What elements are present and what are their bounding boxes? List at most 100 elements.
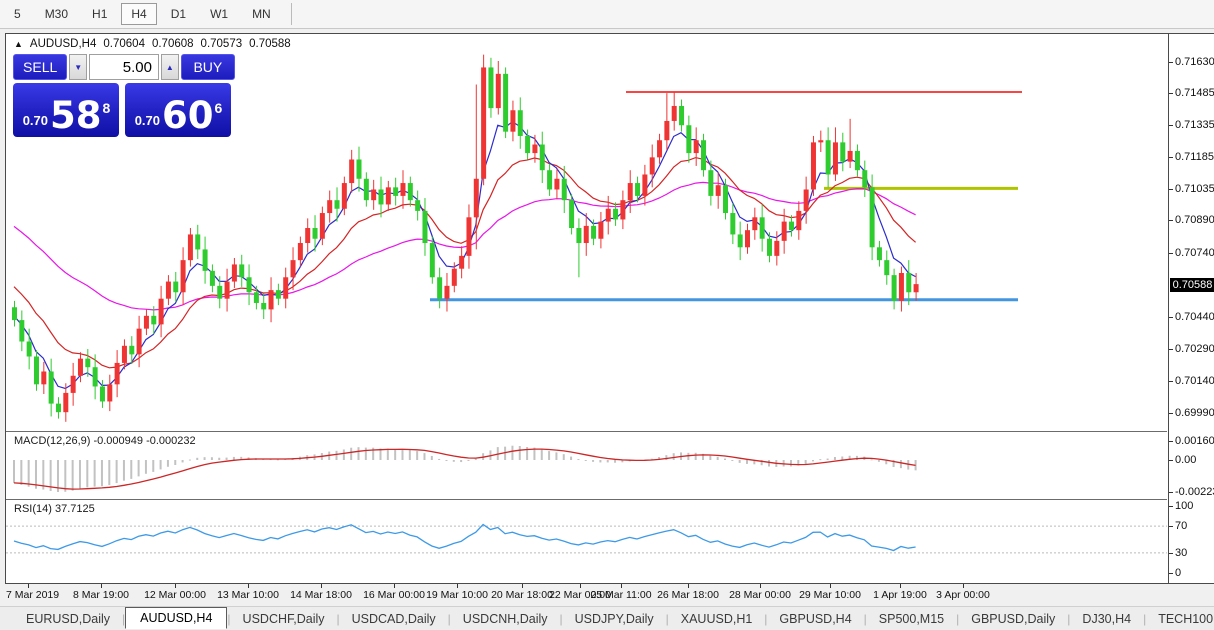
tab-gbpusd-daily[interactable]: GBPUSD,Daily xyxy=(959,609,1067,629)
volume-decrease-button[interactable]: ▼ xyxy=(69,54,87,80)
time-axis-label: 20 Mar 18:00 xyxy=(491,589,553,601)
chart-plot-area: ▲ AUDUSD,H4 0.70604 0.70608 0.70573 0.70… xyxy=(6,34,1167,583)
ma-mid-red-line xyxy=(14,158,916,368)
sell-button[interactable]: SELL xyxy=(13,54,67,80)
time-axis-tick xyxy=(580,584,581,588)
rsi-label: RSI(14) 37.7125 xyxy=(14,503,95,515)
tab-usdcad-daily[interactable]: USDCAD,Daily xyxy=(340,609,448,629)
sell-price-big-digits: 58 xyxy=(50,99,102,132)
sell-price-prefix: 0.70 xyxy=(23,113,48,128)
price-axis-label: 0.71630 xyxy=(1175,56,1214,68)
chart-ohlc-title: ▲ AUDUSD,H4 0.70604 0.70608 0.70573 0.70… xyxy=(14,38,291,50)
time-axis-tick xyxy=(621,584,622,588)
time-axis-tick xyxy=(175,584,176,588)
ohlc-open: 0.70604 xyxy=(103,38,145,50)
current-price-label: 0.70588 xyxy=(1170,278,1214,292)
ma-fast-blue-line xyxy=(14,122,916,389)
price-axis-label: 0.70890 xyxy=(1175,214,1214,226)
time-axis[interactable]: 7 Mar 20198 Mar 19:0012 Mar 00:0013 Mar … xyxy=(5,585,1209,602)
time-axis-label: 12 Mar 00:00 xyxy=(144,589,206,601)
time-axis-label: 26 Mar 18:00 xyxy=(657,589,719,601)
price-axis-label: 0.70140 xyxy=(1175,375,1214,387)
volume-input[interactable] xyxy=(89,54,159,80)
tab-usdchf-daily[interactable]: USDCHF,Daily xyxy=(231,609,337,629)
ohlc-low: 0.70573 xyxy=(201,38,243,50)
tab-usdjpy-daily[interactable]: USDJPY,Daily xyxy=(563,609,666,629)
time-axis-label: 29 Mar 10:00 xyxy=(799,589,861,601)
time-axis-tick xyxy=(963,584,964,588)
tab-dj30-h4[interactable]: DJ30,H4 xyxy=(1070,609,1143,629)
timeframe-button-h1[interactable]: H1 xyxy=(82,3,117,25)
rsi-line xyxy=(14,525,916,551)
timeframe-button-mn[interactable]: MN xyxy=(242,3,281,25)
rsi-pane[interactable]: RSI(14) 37.7125 xyxy=(6,500,1167,583)
buy-price-pip-digit: 6 xyxy=(215,100,223,116)
ohlc-high: 0.70608 xyxy=(152,38,194,50)
time-axis-label: 28 Mar 00:00 xyxy=(729,589,791,601)
timeframe-button-d1[interactable]: D1 xyxy=(161,3,196,25)
time-axis-tick xyxy=(28,584,29,588)
buy-price-big-digits: 60 xyxy=(162,99,214,132)
rsi-chart[interactable] xyxy=(6,500,1167,583)
timeframe-toolbar: 5M30H1H4D1W1MN xyxy=(0,0,1214,29)
time-axis-label: 3 Apr 00:00 xyxy=(936,589,990,601)
tab-sp500-m15[interactable]: SP500,M15 xyxy=(867,609,956,629)
ma-slow-magenta-line xyxy=(14,182,916,310)
time-axis-tick xyxy=(394,584,395,588)
price-axis-label: 0.71185 xyxy=(1175,151,1214,163)
volume-increase-button[interactable]: ▲ xyxy=(161,54,179,80)
tab-eurusd-daily[interactable]: EURUSD,Daily xyxy=(14,609,122,629)
tab-usdcnh-daily[interactable]: USDCNH,Daily xyxy=(451,609,560,629)
time-axis-label: 19 Mar 10:00 xyxy=(426,589,488,601)
sell-price-pip-digit: 8 xyxy=(103,100,111,116)
tab-xauusd-h1[interactable]: XAUUSD,H1 xyxy=(669,609,765,629)
time-axis-label: 25 Mar 11:00 xyxy=(590,589,651,601)
price-pane[interactable]: ▲ AUDUSD,H4 0.70604 0.70608 0.70573 0.70… xyxy=(6,34,1167,431)
price-axis-label: 0.71335 xyxy=(1175,119,1214,131)
time-axis-label: 13 Mar 10:00 xyxy=(217,589,279,601)
ohlc-close: 0.70588 xyxy=(249,38,291,50)
one-click-trading-widget: SELL ▼ ▲ BUY 0.70 58 8 xyxy=(13,54,235,137)
timeframe-button-h4[interactable]: H4 xyxy=(121,3,156,25)
time-axis-tick xyxy=(688,584,689,588)
time-axis-tick xyxy=(830,584,831,588)
time-axis-label: 8 Mar 19:00 xyxy=(73,589,129,601)
timeframe-button-w1[interactable]: W1 xyxy=(200,3,238,25)
price-axis[interactable]: 0.71630 0.71485 0.71335 0.71185 0.71035 0.708… xyxy=(1168,34,1214,583)
triangle-down-icon: ▼ xyxy=(74,63,82,72)
timeframe-button-5[interactable]: 5 xyxy=(4,3,31,25)
price-axis-label: 0.69990 xyxy=(1175,407,1214,419)
macd-axis-label: 0.001605 xyxy=(1175,435,1214,447)
tab-audusd-h4[interactable]: AUDUSD,H4 xyxy=(125,607,227,629)
time-axis-tick xyxy=(248,584,249,588)
time-axis-tick xyxy=(457,584,458,588)
toolbar-separator xyxy=(291,3,292,25)
tab-gbpusd-h4[interactable]: GBPUSD,H4 xyxy=(767,609,863,629)
rsi-axis-label: 30 xyxy=(1175,547,1187,559)
time-axis-tick xyxy=(900,584,901,588)
symbol-tab-bar: EURUSD,Daily|AUDUSD,H4|USDCHF,Daily|USDC… xyxy=(0,606,1214,630)
rsi-axis-label: 0 xyxy=(1175,567,1181,579)
macd-signal-line xyxy=(14,449,916,489)
rsi-axis-label: 70 xyxy=(1175,520,1187,532)
buy-button[interactable]: BUY xyxy=(181,54,235,80)
time-axis-tick xyxy=(522,584,523,588)
chart-symbol-label: AUDUSD,H4 xyxy=(30,38,96,50)
timeframe-button-m30[interactable]: M30 xyxy=(35,3,78,25)
chart-window: ▲ AUDUSD,H4 0.70604 0.70608 0.70573 0.70… xyxy=(5,33,1214,584)
tab-tech100-h1[interactable]: TECH100,H1 xyxy=(1146,609,1214,629)
macd-pane[interactable]: MACD(12,26,9) -0.000949 -0.000232 xyxy=(6,432,1167,499)
collapse-trade-panel-icon[interactable]: ▲ xyxy=(14,39,23,49)
price-axis-label: 0.70740 xyxy=(1175,247,1214,259)
buy-price-panel[interactable]: 0.70 60 6 xyxy=(125,83,231,137)
triangle-up-icon: ▲ xyxy=(166,63,174,72)
price-axis-label: 0.70290 xyxy=(1175,343,1214,355)
time-axis-tick xyxy=(101,584,102,588)
sell-price-panel[interactable]: 0.70 58 8 xyxy=(13,83,119,137)
price-axis-label: 0.71035 xyxy=(1175,183,1214,195)
macd-axis-label: 0.00 xyxy=(1175,454,1196,466)
buy-price-prefix: 0.70 xyxy=(135,113,160,128)
macd-axis-label: -0.002235 xyxy=(1175,486,1214,498)
price-axis-label: 0.71485 xyxy=(1175,87,1214,99)
price-axis-label: 0.70440 xyxy=(1175,311,1214,323)
